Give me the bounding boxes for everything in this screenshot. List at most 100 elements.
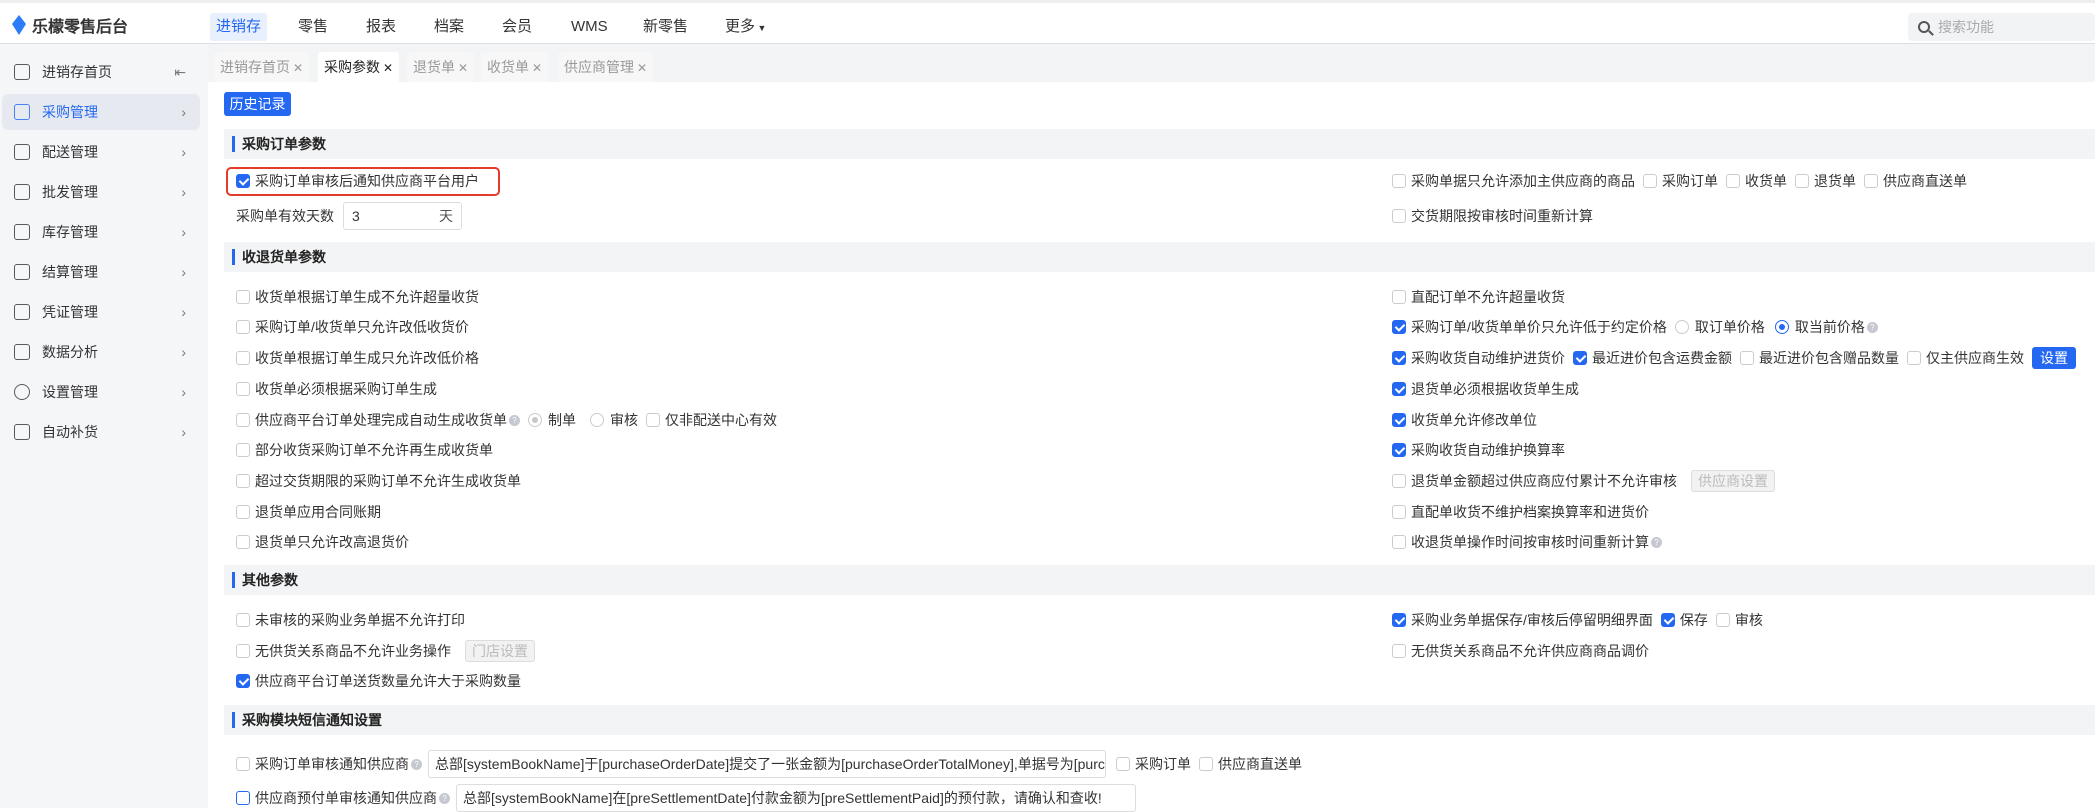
tab-supplier-management[interactable]: 供应商管理 ✕: [558, 52, 654, 82]
option[interactable]: 部分收货采购订单不允许再生成收货单: [236, 438, 493, 462]
sidebar-item-settings[interactable]: 设置管理 ›: [2, 374, 200, 410]
option[interactable]: 采购订单/收货单只允许改低收货价: [236, 315, 469, 339]
option[interactable]: 收货单根据订单生成只允许改低价格: [236, 346, 479, 370]
option[interactable]: 直配订单不允许超量收货: [1392, 285, 1565, 309]
close-icon[interactable]: ✕: [383, 61, 393, 75]
option[interactable]: 供应商平台订单处理完成自动生成收货单? 制单 审核 仅非配送中心有效: [236, 408, 777, 432]
nav-archives[interactable]: 档案: [428, 13, 470, 41]
checkbox-checked[interactable]: [1392, 613, 1406, 627]
checkbox[interactable]: [1392, 535, 1406, 549]
main-supplier-only-option[interactable]: 采购单据只允许添加主供应商的商品 采购订单 收货单 退货单 供应商直送单: [1392, 169, 1967, 193]
checkbox[interactable]: [236, 505, 250, 519]
checkbox-checked[interactable]: [236, 674, 250, 688]
option[interactable]: 退货单应用合同账期: [236, 500, 381, 524]
help-icon[interactable]: ?: [439, 792, 450, 804]
help-icon[interactable]: ?: [509, 414, 520, 426]
option[interactable]: 超过交货期限的采购订单不允许生成收货单: [236, 469, 521, 493]
radio[interactable]: [1674, 320, 1689, 334]
nav-reports[interactable]: 报表: [360, 13, 402, 41]
option[interactable]: 收退货单操作时间按审核时间重新计算?: [1392, 530, 1662, 554]
option[interactable]: 直配单收货不维护档案换算率和进货价: [1392, 500, 1649, 524]
checkbox[interactable]: [236, 791, 250, 805]
option[interactable]: 退货单金额超过供应商应付累计不允许审核 供应商设置: [1392, 469, 1775, 493]
radio-selected[interactable]: [1774, 320, 1789, 334]
tab-receipt-order[interactable]: 收货单 ✕: [481, 52, 549, 82]
close-icon[interactable]: ✕: [293, 61, 303, 75]
checkbox-checked[interactable]: [1392, 413, 1406, 427]
option[interactable]: 采购收货自动维护换算率: [1392, 438, 1565, 462]
sidebar-item-purchase[interactable]: 采购管理 ›: [2, 94, 200, 130]
checkbox[interactable]: [1643, 174, 1657, 188]
history-button[interactable]: 历史记录: [224, 92, 291, 116]
tab-jxc-home[interactable]: 进销存首页 ✕: [214, 52, 310, 82]
checkbox[interactable]: [1199, 757, 1213, 771]
option[interactable]: 无供货关系商品不允许供应商商品调价: [1392, 639, 1649, 663]
app-logo[interactable]: 乐檬零售后台: [12, 13, 128, 37]
close-icon[interactable]: ✕: [458, 61, 468, 75]
checkbox[interactable]: [236, 413, 250, 427]
nav-jxc[interactable]: 进销存: [210, 13, 268, 41]
checkbox-checked[interactable]: [1573, 351, 1587, 365]
checkbox[interactable]: [236, 320, 250, 334]
checkbox-checked[interactable]: [1392, 443, 1406, 457]
option[interactable]: 供应商平台订单送货数量允许大于采购数量: [236, 669, 521, 693]
checkbox[interactable]: [1392, 290, 1406, 304]
sidebar-item-auto-replenish[interactable]: 自动补货 ›: [2, 414, 200, 450]
option[interactable]: 采购订单审核通知供应商? 总部[systemBookName]于[purchas…: [236, 750, 1302, 778]
help-icon[interactable]: ?: [1651, 536, 1662, 548]
option[interactable]: 采购业务单据保存/审核后停留明细界面 保存 审核: [1392, 608, 1763, 632]
search-input[interactable]: 搜索功能: [1908, 13, 2095, 41]
option[interactable]: 采购收货自动维护进货价 最近进价包含运费金额 最近进价包含赠品数量 仅主供应商生…: [1392, 346, 2076, 370]
close-icon[interactable]: ✕: [532, 61, 542, 75]
settings-button[interactable]: 设置: [2032, 347, 2076, 369]
checkbox-checked[interactable]: [1392, 320, 1406, 334]
collapse-sidebar-icon[interactable]: ⇤: [174, 64, 186, 81]
checkbox[interactable]: [236, 290, 250, 304]
checkbox[interactable]: [1726, 174, 1740, 188]
checkbox[interactable]: [1392, 505, 1406, 519]
help-icon[interactable]: ?: [411, 758, 422, 770]
sidebar-item-distribution[interactable]: 配送管理 ›: [2, 134, 200, 170]
tab-return-order[interactable]: 退货单 ✕: [407, 52, 475, 82]
checkbox[interactable]: [1392, 474, 1406, 488]
checkbox-checked[interactable]: [1392, 351, 1406, 365]
checkbox[interactable]: [236, 535, 250, 549]
sidebar-item-home[interactable]: 进销存首页 ⇤: [2, 54, 200, 90]
close-icon[interactable]: ✕: [637, 61, 647, 75]
nav-wms[interactable]: WMS: [565, 13, 614, 41]
checkbox[interactable]: [1116, 757, 1130, 771]
radio[interactable]: [590, 413, 604, 427]
checkbox[interactable]: [1392, 174, 1406, 188]
checkbox[interactable]: [236, 757, 250, 771]
checkbox[interactable]: [236, 382, 250, 396]
checkbox-checked[interactable]: [1660, 613, 1675, 627]
option[interactable]: 收货单必须根据采购订单生成: [236, 377, 437, 401]
nav-retail[interactable]: 零售: [292, 13, 334, 41]
sidebar-item-voucher[interactable]: 凭证管理 ›: [2, 294, 200, 330]
checkbox[interactable]: [236, 443, 250, 457]
help-icon[interactable]: ?: [1866, 321, 1878, 333]
option[interactable]: 采购订单/收货单单价只允许低于约定价格 取订单价格 取当前价格?: [1392, 315, 1878, 339]
sidebar-item-inventory[interactable]: 库存管理 ›: [2, 214, 200, 250]
store-settings-button[interactable]: 门店设置: [465, 640, 535, 662]
checkbox[interactable]: [236, 644, 250, 658]
supplier-settings-button[interactable]: 供应商设置: [1691, 470, 1775, 492]
valid-days-input[interactable]: 3天: [343, 202, 462, 230]
tab-purchase-params[interactable]: 采购参数 ✕: [318, 52, 400, 82]
recalc-delivery-option[interactable]: 交货期限按审核时间重新计算: [1392, 204, 1593, 228]
option[interactable]: 无供货关系商品不允许业务操作 门店设置: [236, 639, 535, 663]
option[interactable]: 退货单必须根据收货单生成: [1392, 377, 1579, 401]
option[interactable]: 未审核的采购业务单据不允许打印: [236, 608, 465, 632]
nav-more[interactable]: 更多 ▼: [719, 13, 772, 41]
checkbox-checked[interactable]: [1392, 382, 1406, 396]
checkbox[interactable]: [236, 474, 250, 488]
checkbox[interactable]: [236, 351, 250, 365]
checkbox[interactable]: [1715, 613, 1730, 627]
sidebar-item-wholesale[interactable]: 批发管理 ›: [2, 174, 200, 210]
checkbox[interactable]: [646, 413, 660, 427]
sidebar-item-analytics[interactable]: 数据分析 ›: [2, 334, 200, 370]
option[interactable]: 收货单根据订单生成不允许超量收货: [236, 285, 479, 309]
checkbox[interactable]: [1392, 644, 1406, 658]
order-template-input[interactable]: 总部[systemBookName]于[purchaseOrderDate]提交…: [428, 750, 1106, 778]
sidebar-item-settlement[interactable]: 结算管理 ›: [2, 254, 200, 290]
